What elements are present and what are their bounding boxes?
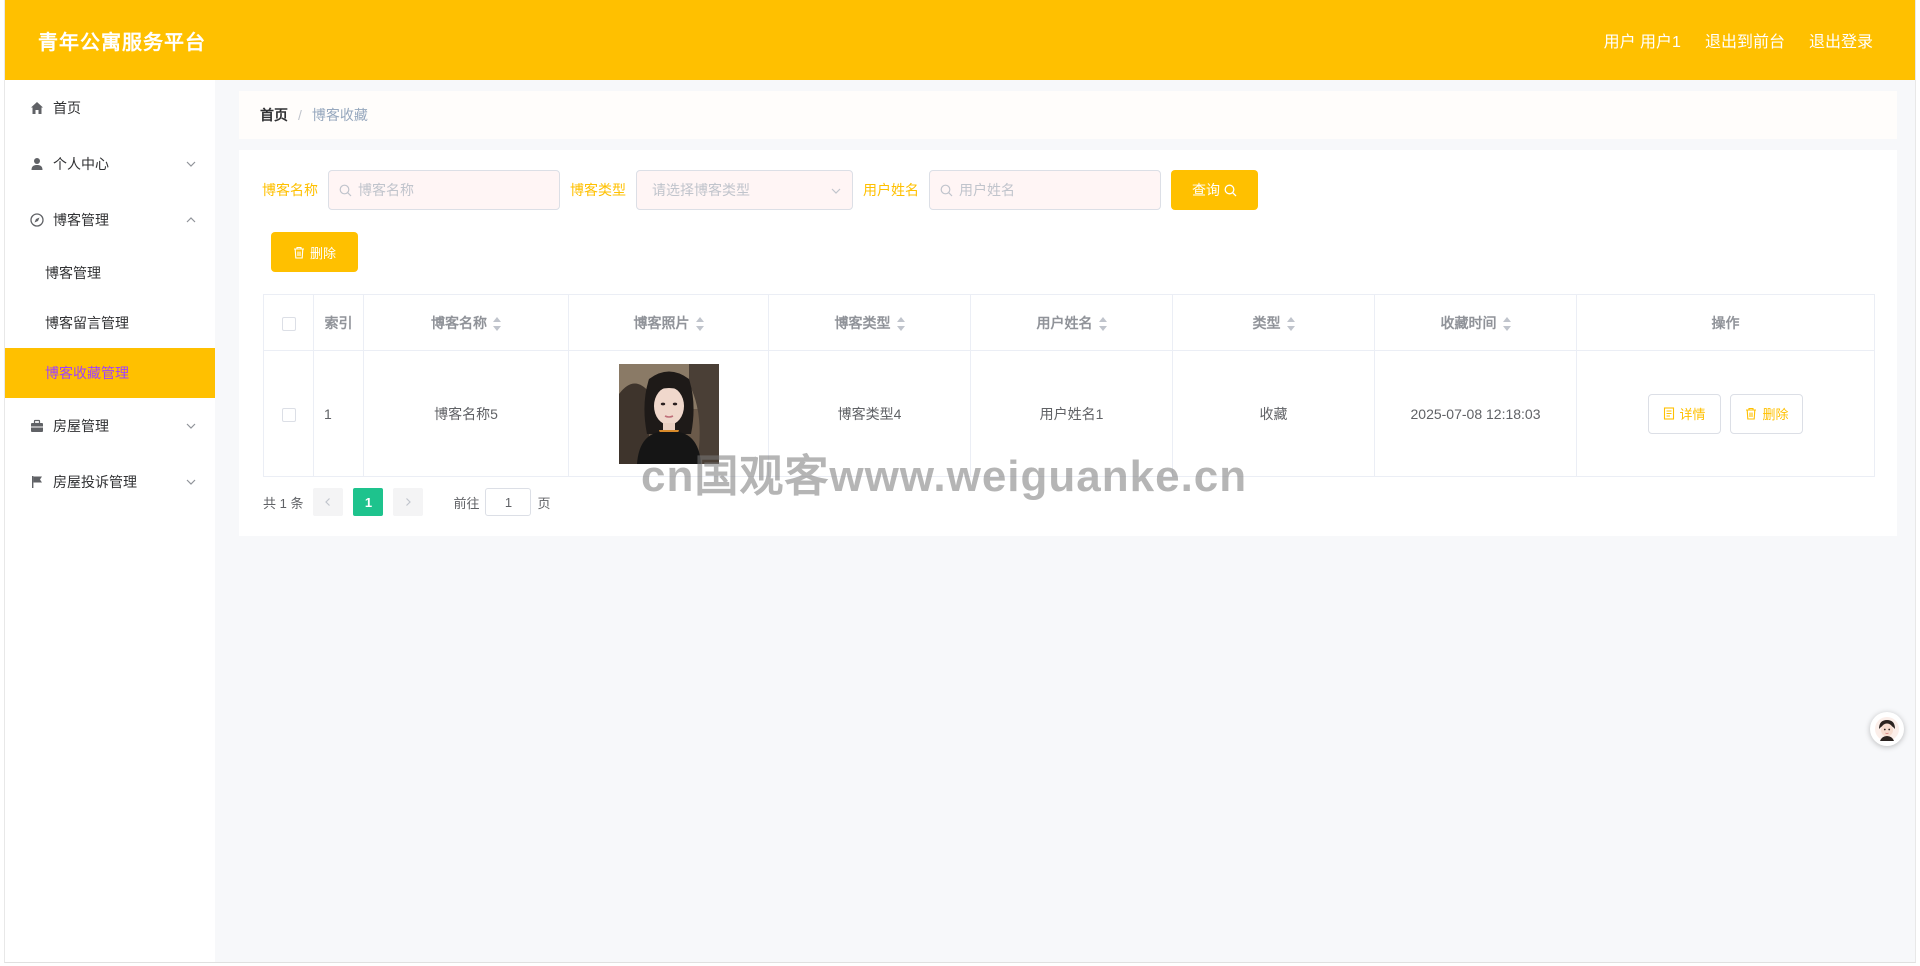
sidebar-item-label: 个人中心 [53, 156, 109, 172]
sidebar-item-label: 房屋管理 [53, 418, 109, 434]
sidebar-item-home[interactable]: 首页 [5, 80, 215, 136]
detail-button-label: 详情 [1679, 407, 1706, 422]
sidebar-item-label: 房屋投诉管理 [53, 474, 137, 490]
sidebar-item-label: 博客管理 [53, 212, 109, 228]
select-all-checkbox[interactable] [281, 316, 296, 331]
sort-icon[interactable] [896, 316, 905, 331]
trash-icon [1746, 407, 1757, 420]
sidebar-subitem-blog-favorites[interactable]: 博客收藏管理 [5, 348, 215, 398]
row-delete-label: 删除 [1762, 407, 1789, 422]
exit-to-front-link[interactable]: 退出到前台 [1705, 28, 1785, 52]
user-icon [29, 156, 45, 172]
chevron-down-icon [186, 423, 196, 429]
user-name-placeholder: 用户姓名 [959, 182, 1015, 198]
flag-icon [29, 474, 45, 490]
breadcrumb-home[interactable]: 首页 [260, 105, 288, 125]
chevron-down-icon [186, 479, 196, 485]
header-links: 用户 用户1 退出到前台 退出登录 [1604, 28, 1873, 52]
sidebar-subitem-blog[interactable]: 博客管理 [5, 248, 215, 298]
col-index: 索引 [313, 294, 364, 351]
app-frame: 青年公寓服务平台 用户 用户1 退出到前台 退出登录 首页 个人中心 博客管理 [4, 0, 1916, 963]
blog-name-label: 博客名称 [262, 182, 318, 198]
blog-name-input[interactable]: 博客名称 [328, 170, 560, 210]
page-jump: 前往 页 [453, 488, 551, 516]
chevron-down-icon [186, 161, 196, 167]
app-title: 青年公寓服务平台 [38, 31, 206, 54]
top-header: 青年公寓服务平台 用户 用户1 退出到前台 退出登录 [5, 0, 1915, 80]
avatar-icon [1875, 717, 1899, 741]
chevron-down-icon [831, 188, 841, 194]
prev-page-button[interactable] [313, 488, 344, 516]
col-user-name[interactable]: 用户姓名 [970, 294, 1173, 351]
cell-fav-time: 2025-07-08 12:18:03 [1374, 350, 1577, 477]
cell-index: 1 [313, 350, 364, 477]
blog-type-label: 博客类型 [570, 182, 626, 198]
blog-type-select[interactable]: 请选择博客类型 [636, 170, 853, 210]
goto-page-input[interactable] [485, 488, 532, 516]
row-checkbox[interactable] [281, 407, 296, 422]
blog-name-placeholder: 博客名称 [358, 182, 414, 198]
col-fav-time[interactable]: 收藏时间 [1374, 294, 1577, 351]
breadcrumb-separator: / [298, 107, 302, 123]
cell-blog-name: 博客名称5 [363, 350, 569, 477]
row-select-cell [263, 350, 314, 477]
search-icon [940, 184, 953, 196]
user-name-input[interactable]: 用户姓名 [929, 170, 1161, 210]
trash-icon [293, 246, 304, 259]
breadcrumb-current: 博客收藏 [311, 107, 368, 123]
batch-delete-button[interactable]: 删除 [271, 232, 358, 272]
chevron-left-icon [325, 498, 331, 506]
sidebar-item-personal-center[interactable]: 个人中心 [5, 136, 215, 192]
current-user-label: 用户 用户1 [1603, 34, 1681, 51]
sidebar-item-label: 首页 [53, 100, 81, 116]
sidebar: 首页 个人中心 博客管理 博客管理 博客留言管理 博客收藏管理 房屋管理 房屋投… [5, 80, 215, 962]
sidebar-subitem-blog-comments[interactable]: 博客留言管理 [5, 298, 215, 348]
sort-icon[interactable] [695, 316, 704, 331]
col-operations: 操作 [1576, 294, 1875, 351]
cell-operations: 详情 删除 [1576, 350, 1875, 477]
next-page-button[interactable] [393, 488, 424, 516]
query-button-label: 查询 [1192, 182, 1220, 198]
chevron-right-icon [406, 498, 412, 506]
row-delete-button[interactable]: 删除 [1730, 393, 1804, 434]
compass-icon [29, 212, 45, 228]
home-icon [29, 100, 45, 116]
sidebar-item-blog-management[interactable]: 博客管理 [5, 192, 215, 248]
user-name-label: 用户姓名 [863, 182, 919, 198]
logout-link[interactable]: 退出登录 [1809, 28, 1873, 52]
page-number-button[interactable]: 1 [353, 488, 384, 516]
sort-icon[interactable] [493, 316, 501, 331]
search-icon [339, 184, 352, 196]
breadcrumb: 首页 / 博客收藏 [239, 91, 1897, 139]
col-blog-photo[interactable]: 博客照片 [568, 294, 769, 351]
briefcase-icon [29, 418, 45, 434]
batch-delete-label: 删除 [309, 245, 336, 261]
search-form: 博客名称 博客名称 博客类型 请选择博客类型 用户姓名 用户姓名 查询 [262, 170, 1258, 210]
pagination-total: 共 1 条 [263, 495, 304, 511]
sidebar-item-complaint-management[interactable]: 房屋投诉管理 [5, 454, 215, 510]
watermark: cn国观客www.weiguanke.cn [641, 452, 1248, 501]
goto-label: 前往 [453, 495, 480, 511]
col-type[interactable]: 类型 [1172, 294, 1375, 351]
table-header-row: 索引 博客名称 博客照片 博客类型 用户姓名 类型 收藏时间 操作 [263, 294, 1875, 351]
sort-icon[interactable] [1502, 316, 1511, 331]
sort-icon[interactable] [1098, 316, 1107, 331]
col-blog-name[interactable]: 博客名称 [363, 294, 569, 351]
floating-assistant-avatar[interactable] [1870, 712, 1904, 746]
sort-icon[interactable] [1286, 316, 1295, 331]
pagination: 共 1 条 1 前往 页 [263, 488, 551, 516]
detail-button[interactable]: 详情 [1647, 393, 1721, 434]
query-button[interactable]: 查询 [1171, 170, 1258, 210]
col-blog-type[interactable]: 博客类型 [768, 294, 971, 351]
page-suffix: 页 [537, 495, 551, 511]
blog-type-placeholder: 请选择博客类型 [652, 182, 750, 198]
chevron-up-icon [186, 217, 196, 223]
select-all-cell [263, 294, 314, 351]
document-icon [1663, 407, 1674, 420]
sidebar-item-house-management[interactable]: 房屋管理 [5, 398, 215, 454]
search-icon [1224, 184, 1237, 196]
